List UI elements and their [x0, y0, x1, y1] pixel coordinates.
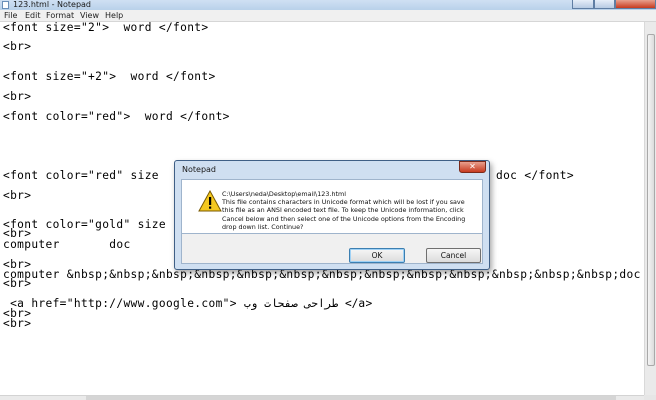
horizontal-scrollbar[interactable]	[0, 395, 644, 400]
window-titlebar[interactable]: 123.html - Notepad	[0, 0, 656, 10]
horizontal-scroll-thumb[interactable]	[86, 396, 616, 400]
dialog-message: This file contains characters in Unicode…	[222, 198, 466, 231]
notepad-app-icon	[2, 1, 9, 9]
menu-edit[interactable]: Edit	[25, 10, 41, 22]
dialog-title: Notepad	[182, 165, 216, 174]
vertical-scroll-thumb[interactable]	[647, 34, 655, 366]
editor-line: <font color="red"> word </font>	[3, 110, 230, 123]
editor-line: <br>	[3, 189, 32, 202]
editor-line: <br>	[3, 40, 32, 53]
cancel-button[interactable]: Cancel	[426, 248, 481, 263]
menu-view[interactable]: View	[80, 10, 99, 22]
editor-line: computer doc	[3, 238, 131, 251]
vertical-scrollbar[interactable]	[644, 22, 656, 395]
window-title: 123.html - Notepad	[13, 0, 92, 9]
editor-line: <br>	[3, 277, 32, 290]
menu-help[interactable]: Help	[105, 10, 123, 22]
menu-format[interactable]: Format	[46, 10, 74, 22]
editor-line: <br>	[3, 317, 32, 330]
editor-line: <font color="red" size	[3, 169, 159, 182]
dialog-close-button[interactable]: ✕	[459, 161, 486, 173]
editor-line: doc </font>	[496, 169, 574, 182]
editor-line: <br>	[3, 90, 32, 103]
resize-grip[interactable]	[644, 395, 656, 400]
editor-line: computer &nbsp;&nbsp;&nbsp;&nbsp;&nbsp;&…	[3, 268, 641, 281]
menu-bar: File Edit Format View Help	[0, 10, 656, 22]
minimize-button[interactable]	[572, 0, 594, 9]
close-window-button[interactable]	[615, 0, 656, 9]
unicode-warning-dialog: Notepad ✕ C:\Users\neda\Desktop\email\12…	[174, 160, 490, 270]
editor-line: <font size="+2"> word </font>	[3, 70, 216, 83]
maximize-button[interactable]	[594, 0, 615, 9]
menu-file[interactable]: File	[4, 10, 17, 22]
ok-button[interactable]: OK	[349, 248, 405, 263]
dialog-message-area: C:\Users\neda\Desktop\email\123.html Thi…	[181, 179, 483, 234]
editor-line: <font size="2"> word </font>	[3, 22, 209, 34]
editor-line: <a href="http://www.google.com"> طراحی ص…	[3, 297, 373, 310]
warning-icon	[198, 190, 222, 212]
